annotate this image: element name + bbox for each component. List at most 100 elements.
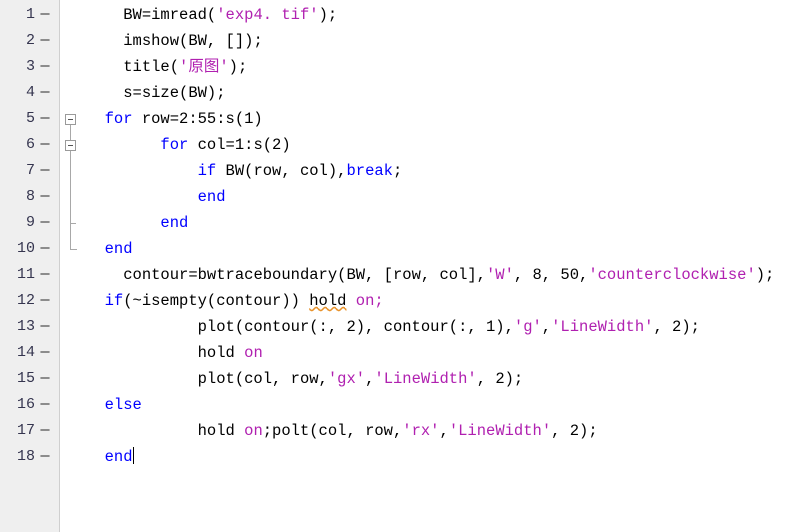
gutter-line-6[interactable]: 6— bbox=[0, 132, 59, 158]
line-number: 10 bbox=[16, 240, 35, 257]
gutter-line-7[interactable]: 7— bbox=[0, 158, 59, 184]
code-token: , 2); bbox=[653, 318, 700, 336]
code-line-8[interactable]: end bbox=[86, 184, 803, 210]
code-token: title( bbox=[123, 58, 180, 76]
executable-line-marker: — bbox=[40, 422, 50, 439]
gutter-line-4[interactable]: 4— bbox=[0, 80, 59, 106]
code-token: end bbox=[104, 240, 133, 258]
code-line-12[interactable]: if(~isempty(contour)) hold on; bbox=[86, 288, 803, 314]
code-token: '原图' bbox=[179, 58, 229, 76]
gutter-line-9[interactable]: 9— bbox=[0, 210, 59, 236]
code-token: s=size(BW); bbox=[123, 84, 226, 102]
code-token: on; bbox=[355, 292, 384, 310]
gutter-line-3[interactable]: 3— bbox=[0, 54, 59, 80]
fold-toggle-icon-line-5[interactable] bbox=[65, 114, 76, 125]
code-line-4[interactable]: s=size(BW); bbox=[86, 80, 803, 106]
line-number: 9 bbox=[25, 214, 35, 231]
executable-line-marker: — bbox=[40, 396, 50, 413]
code-token: , bbox=[439, 422, 449, 440]
text-cursor bbox=[132, 447, 134, 464]
executable-line-marker: — bbox=[40, 292, 50, 309]
code-token: imshow(BW, []); bbox=[123, 32, 263, 50]
fold-guide-inner-for bbox=[70, 151, 71, 223]
gutter-line-5[interactable]: 5— bbox=[0, 106, 59, 132]
executable-line-marker: — bbox=[40, 136, 50, 153]
gutter-line-14[interactable]: 14 — bbox=[0, 340, 59, 366]
gutter-line-8[interactable]: 8— bbox=[0, 184, 59, 210]
code-token: on bbox=[244, 344, 263, 362]
code-token: 'LineWidth' bbox=[374, 370, 477, 388]
gutter-line-15[interactable]: 15 — bbox=[0, 366, 59, 392]
code-line-7[interactable]: if BW(row, col),break; bbox=[86, 158, 803, 184]
gutter-line-13[interactable]: 13 — bbox=[0, 314, 59, 340]
line-number: 15 bbox=[16, 370, 35, 387]
code-line-5[interactable]: for row=2:55:s(1) bbox=[86, 106, 803, 132]
code-line-11[interactable]: contour=bwtraceboundary(BW, [row, col],'… bbox=[86, 262, 803, 288]
code-token: 'counterclockwise' bbox=[588, 266, 756, 284]
code-text-area[interactable]: BW=imread('exp4. tif'); imshow(BW, []); … bbox=[86, 0, 803, 532]
code-line-1[interactable]: BW=imread('exp4. tif'); bbox=[86, 2, 803, 28]
code-token: , bbox=[365, 370, 375, 388]
code-line-16[interactable]: else bbox=[86, 392, 803, 418]
executable-line-marker: — bbox=[40, 448, 50, 465]
line-number: 11 bbox=[16, 266, 35, 283]
gutter-line-1[interactable]: 1— bbox=[0, 2, 59, 28]
code-line-14[interactable]: hold on bbox=[86, 340, 803, 366]
executable-line-marker: — bbox=[40, 266, 50, 283]
code-folding-column[interactable] bbox=[60, 0, 86, 532]
line-number: 5 bbox=[25, 110, 35, 127]
code-line-3[interactable]: title('原图'); bbox=[86, 54, 803, 80]
code-token: ); bbox=[228, 58, 248, 76]
line-number: 8 bbox=[25, 188, 35, 205]
code-line-2[interactable]: imshow(BW, []); bbox=[86, 28, 803, 54]
line-number: 1 bbox=[25, 6, 35, 23]
code-token: hold bbox=[197, 344, 245, 362]
code-token: , 8, 50, bbox=[513, 266, 589, 284]
code-line-18[interactable]: end bbox=[86, 444, 803, 470]
code-token: , bbox=[541, 318, 552, 336]
line-number: 4 bbox=[25, 84, 35, 101]
code-line-15[interactable]: plot(col, row,'gx','LineWidth', 2); bbox=[86, 366, 803, 392]
fold-toggle-icon-line-6[interactable] bbox=[65, 140, 76, 151]
gutter-line-2[interactable]: 2— bbox=[0, 28, 59, 54]
code-token: contour=bwtraceboundary(BW, [row, col], bbox=[123, 266, 486, 284]
code-token: on bbox=[244, 422, 263, 440]
code-line-9[interactable]: end bbox=[86, 210, 803, 236]
gutter-line-10[interactable]: 10 — bbox=[0, 236, 59, 262]
line-number-gutter[interactable]: 1—2—3—4—5—6—7—8—9—10—11—12—13—14—15—16—1… bbox=[0, 0, 60, 532]
code-line-17[interactable]: hold on;polt(col, row,'rx','LineWidth', … bbox=[86, 418, 803, 444]
code-token: 'rx' bbox=[402, 422, 440, 440]
code-token: col=1:s(2) bbox=[188, 136, 291, 154]
code-token: 'gx' bbox=[327, 370, 366, 388]
code-line-10[interactable]: end bbox=[86, 236, 803, 262]
gutter-line-18[interactable]: 18 — bbox=[0, 444, 59, 470]
code-token: else bbox=[104, 396, 142, 414]
code-line-6[interactable]: for col=1:s(2) bbox=[86, 132, 803, 158]
code-line-13[interactable]: plot(contour(:, 2), contour(:, 1),'g','L… bbox=[86, 314, 803, 340]
line-number: 16 bbox=[16, 396, 35, 413]
line-number: 17 bbox=[16, 422, 35, 439]
gutter-line-12[interactable]: 12 — bbox=[0, 288, 59, 314]
gutter-line-11[interactable]: 11 — bbox=[0, 262, 59, 288]
code-token: plot(col, row, bbox=[197, 370, 328, 388]
code-token: ;polt(col, row, bbox=[262, 422, 403, 440]
code-token: BW=imread( bbox=[123, 6, 217, 24]
gutter-line-16[interactable]: 16 — bbox=[0, 392, 59, 418]
code-editor[interactable]: 1—2—3—4—5—6—7—8—9—10—11—12—13—14—15—16—1… bbox=[0, 0, 803, 532]
executable-line-marker: — bbox=[40, 370, 50, 387]
code-token: 'W' bbox=[485, 266, 514, 284]
line-number: 7 bbox=[25, 162, 35, 179]
code-token: BW(row, col), bbox=[216, 162, 347, 180]
gutter-line-17[interactable]: 17 — bbox=[0, 418, 59, 444]
